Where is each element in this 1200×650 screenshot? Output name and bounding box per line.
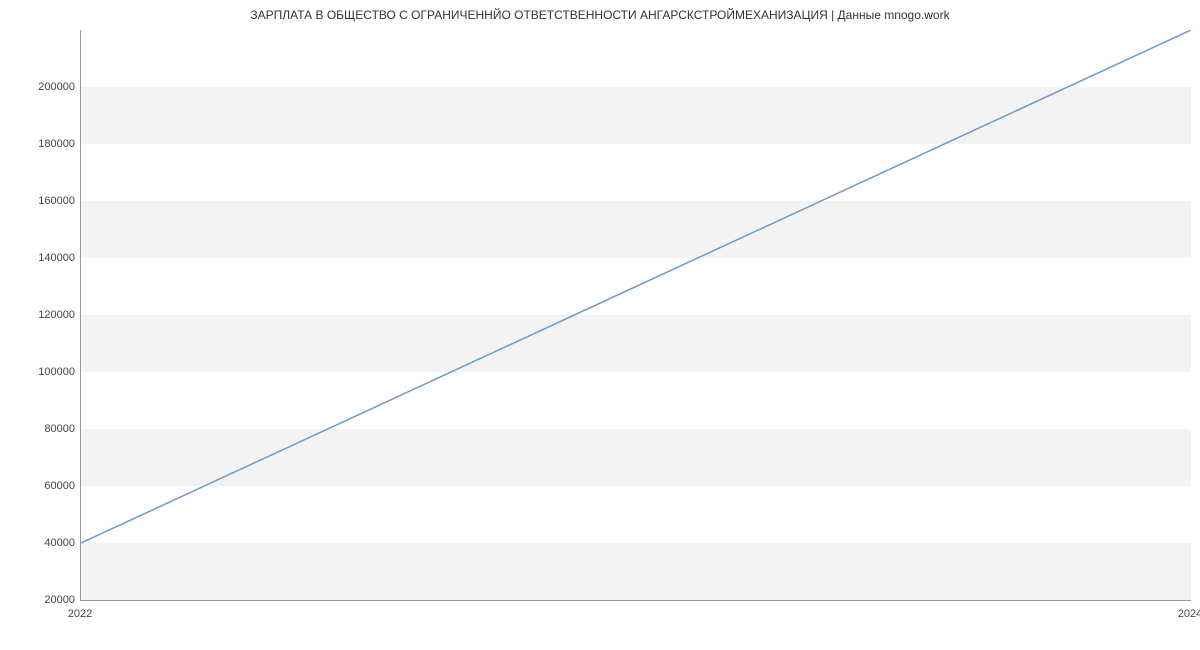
ytick-4: 100000 — [15, 366, 75, 378]
ytick-0: 20000 — [15, 594, 75, 606]
ytick-9: 200000 — [15, 81, 75, 93]
xtick-1: 2024 — [1178, 608, 1200, 620]
ytick-3: 80000 — [15, 423, 75, 435]
ytick-7: 160000 — [15, 195, 75, 207]
ytick-6: 140000 — [15, 252, 75, 264]
ytick-8: 180000 — [15, 138, 75, 150]
line-series — [81, 30, 1191, 600]
xtick-0: 2022 — [68, 608, 92, 620]
ytick-5: 120000 — [15, 309, 75, 321]
ytick-2: 60000 — [15, 480, 75, 492]
chart-title: ЗАРПЛАТА В ОБЩЕСТВО С ОГРАНИЧЕННЙО ОТВЕТ… — [0, 8, 1200, 22]
plot-area — [80, 30, 1191, 601]
chart-container: ЗАРПЛАТА В ОБЩЕСТВО С ОГРАНИЧЕННЙО ОТВЕТ… — [0, 0, 1200, 650]
ytick-1: 40000 — [15, 537, 75, 549]
